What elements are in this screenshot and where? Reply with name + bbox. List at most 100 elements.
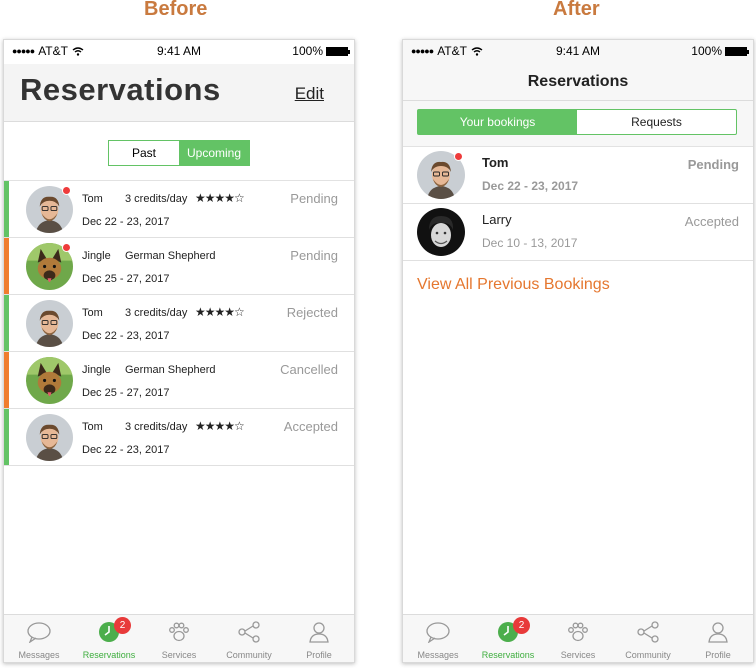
- date-range: Dec 22 - 23, 2017: [82, 330, 170, 342]
- status-color-bar: [4, 181, 9, 237]
- notification-badge: 2: [513, 617, 530, 634]
- date-range: Dec 22 - 23, 2017: [82, 216, 170, 228]
- tab-label: Community: [625, 650, 671, 660]
- guest-name: Tom: [82, 307, 103, 319]
- page-title: Reservations: [20, 72, 221, 107]
- nav-header: Reservations: [403, 64, 753, 101]
- before-caption: Before: [144, 0, 208, 20]
- guest-detail: German Shepherd: [125, 250, 216, 262]
- paw-icon: [543, 621, 613, 643]
- booking-row[interactable]: Larry Dec 10 - 13, 2017 Accepted: [403, 204, 753, 261]
- share-icon: [613, 621, 683, 643]
- avatar: [26, 300, 73, 347]
- status-badge: Accepted: [283, 419, 338, 434]
- segment-your-bookings[interactable]: Your bookings: [418, 110, 577, 134]
- date-range: Dec 25 - 27, 2017: [82, 273, 170, 285]
- man-avatar-icon: [26, 300, 73, 347]
- tab-services[interactable]: Services: [543, 615, 613, 662]
- tab-label: Profile: [306, 650, 332, 660]
- tab-label: Profile: [705, 650, 731, 660]
- guest-name: Larry: [482, 212, 512, 227]
- battery-icon: [326, 46, 350, 56]
- booking-list: Tom Dec 22 - 23, 2017 Pending Larry Dec 10 -…: [403, 147, 753, 261]
- battery-percent: 100%: [292, 44, 323, 58]
- guest-detail: 3 credits/day: [125, 193, 188, 205]
- tab-reservations[interactable]: 2 Reservations: [473, 615, 543, 662]
- status-badge: Cancelled: [280, 362, 338, 377]
- segment-upcoming[interactable]: Upcoming: [179, 141, 249, 165]
- tab-label: Messages: [18, 650, 60, 660]
- status-color-bar: [4, 295, 9, 351]
- after-phone-screen: ●●●●● AT&T 9:41 AM 100% Reservations Your…: [402, 39, 754, 663]
- guest-name: Tom: [82, 193, 103, 205]
- share-icon: [214, 621, 284, 643]
- status-bar: ●●●●● AT&T 9:41 AM 100%: [403, 40, 753, 64]
- dog-avatar-icon: [26, 357, 73, 404]
- segmented-control: Your bookings Requests: [417, 109, 737, 135]
- rating-stars: ★★★★☆: [195, 305, 245, 319]
- tab-messages[interactable]: Messages: [403, 615, 473, 662]
- status-badge: Pending: [290, 191, 338, 206]
- booking-row[interactable]: Tom Dec 22 - 23, 2017 Pending: [403, 147, 753, 204]
- status-color-bar: [4, 238, 9, 294]
- rating-stars: ★★★★☆: [195, 191, 245, 205]
- reservation-row[interactable]: Tom 3 credits/day ★★★★☆ Dec 22 - 23, 2017 Ac…: [4, 409, 354, 466]
- tab-bar: Messages 2 Reservations Services Community Pr…: [4, 614, 354, 662]
- person-icon: [683, 621, 753, 643]
- status-badge: Rejected: [286, 305, 338, 320]
- tab-bar: Messages 2 Reservations Services Community Pr…: [403, 614, 753, 662]
- date-range: Dec 25 - 27, 2017: [82, 387, 170, 399]
- tab-profile[interactable]: Profile: [284, 615, 354, 662]
- guest-name: Jingle: [82, 250, 111, 262]
- guest-detail: German Shepherd: [125, 364, 216, 376]
- date-range: Dec 10 - 13, 2017: [482, 236, 578, 250]
- guest-detail: 3 credits/day: [125, 421, 188, 433]
- segmented-control: Past Upcoming: [108, 140, 250, 166]
- guest-name: Tom: [482, 155, 509, 170]
- avatar: [417, 208, 465, 256]
- segment-requests[interactable]: Requests: [577, 110, 736, 134]
- view-all-bookings-link[interactable]: View All Previous Bookings: [417, 276, 610, 294]
- page-title: Reservations: [527, 73, 629, 90]
- unread-dot-icon: [62, 243, 71, 252]
- tab-community[interactable]: Community: [214, 615, 284, 662]
- reservation-row[interactable]: Tom 3 credits/day ★★★★☆ Dec 22 - 23, 2017 Re…: [4, 295, 354, 352]
- guest-name: Jingle: [82, 364, 111, 376]
- person-icon: [284, 621, 354, 643]
- reservation-row[interactable]: Tom 3 credits/day ★★★★☆ Dec 22 - 23, 2017 Pe…: [4, 181, 354, 238]
- clock-icon: [473, 621, 543, 643]
- status-badge: Pending: [290, 248, 338, 263]
- guest-name: Tom: [82, 421, 103, 433]
- before-phone-screen: ●●●●● AT&T 9:41 AM 100% Reservations Edit…: [3, 39, 355, 663]
- tab-messages[interactable]: Messages: [4, 615, 74, 662]
- avatar: [26, 357, 73, 404]
- tab-label: Services: [560, 650, 596, 660]
- guest-detail: 3 credits/day: [125, 307, 188, 319]
- nav-header: Reservations Edit: [4, 64, 354, 122]
- reservation-row[interactable]: Jingle German Shepherd Dec 25 - 27, 2017 Ca…: [4, 352, 354, 409]
- man-avatar-icon: [26, 414, 73, 461]
- battery-percent: 100%: [691, 44, 722, 58]
- tab-profile[interactable]: Profile: [683, 615, 753, 662]
- segment-past[interactable]: Past: [109, 141, 179, 165]
- status-badge: Pending: [687, 157, 739, 172]
- tab-services[interactable]: Services: [144, 615, 214, 662]
- chat-icon: [403, 621, 473, 643]
- tab-reservations[interactable]: 2 Reservations: [74, 615, 144, 662]
- tab-label: Messages: [417, 650, 459, 660]
- tab-community[interactable]: Community: [613, 615, 683, 662]
- segment-container: Your bookings Requests: [403, 101, 753, 147]
- paw-icon: [144, 621, 214, 643]
- after-caption: After: [553, 0, 600, 20]
- man-bw-avatar-icon: [417, 208, 465, 256]
- tab-label: Services: [161, 650, 197, 660]
- avatar: [26, 414, 73, 461]
- edit-button[interactable]: Edit: [295, 84, 324, 104]
- clock-icon: [74, 621, 144, 643]
- reservation-row[interactable]: Jingle German Shepherd Dec 25 - 27, 2017 Pe…: [4, 238, 354, 295]
- unread-dot-icon: [62, 186, 71, 195]
- segment-container: Past Upcoming: [4, 122, 354, 181]
- status-color-bar: [4, 352, 9, 408]
- reservation-list: Tom 3 credits/day ★★★★☆ Dec 22 - 23, 2017 Pe…: [4, 181, 354, 466]
- notification-badge: 2: [114, 617, 131, 634]
